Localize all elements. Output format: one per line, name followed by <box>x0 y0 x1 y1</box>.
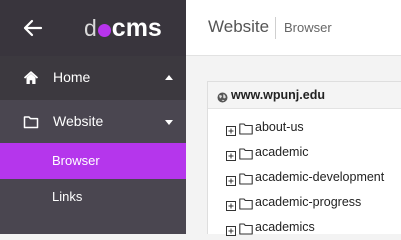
caret-up-icon <box>165 75 173 80</box>
folder-icon <box>239 172 253 185</box>
folder-icon <box>239 222 253 235</box>
expand-plus-icon[interactable] <box>226 148 236 161</box>
back-arrow-icon[interactable] <box>22 17 44 39</box>
sidebar-item-home[interactable]: Home <box>0 56 186 100</box>
tree-item-label: academic <box>255 145 309 159</box>
sidebar-subitem-label: Browser <box>52 153 100 168</box>
folder-icon <box>239 147 253 160</box>
sidebar-header: d cms <box>0 0 186 56</box>
expand-plus-icon[interactable] <box>226 173 236 186</box>
folder-icon <box>239 122 253 135</box>
expand-plus-icon[interactable] <box>226 123 236 136</box>
folder-icon <box>239 197 253 210</box>
tree-item-label: about-us <box>255 120 304 134</box>
expand-plus-icon[interactable] <box>226 223 236 236</box>
dotcms-logo: d cms <box>84 13 162 42</box>
home-icon <box>23 70 39 86</box>
top-header: Website Browser <box>186 0 401 56</box>
sidebar-item-label: Home <box>53 69 91 85</box>
globe-icon <box>217 90 228 103</box>
logo-dot <box>97 23 111 37</box>
tree-row[interactable]: academic-development <box>208 166 401 191</box>
tree-row[interactable]: academics <box>208 216 401 240</box>
sidebar-subitem-links[interactable]: Links <box>0 179 186 215</box>
tree-item-label: academic-development <box>255 170 385 184</box>
sidebar-item-website[interactable]: Website <box>0 100 186 144</box>
folder-icon <box>23 114 39 130</box>
host-name: www.wpunj.edu <box>231 88 325 102</box>
page-title[interactable]: Website <box>208 17 269 37</box>
sidebar-subitem-next[interactable] <box>0 215 186 234</box>
breadcrumb-current: Browser <box>284 20 332 35</box>
breadcrumb-divider <box>275 17 276 39</box>
tree-row[interactable]: about-us <box>208 116 401 141</box>
sidebar-item-label: Website <box>53 113 104 129</box>
sidebar-subitem-label: Links <box>52 189 83 204</box>
tree-host-row[interactable]: www.wpunj.edu <box>208 82 401 109</box>
caret-down-icon <box>165 120 173 125</box>
tree-item-label: academics <box>255 220 315 234</box>
tree-row[interactable]: academic <box>208 141 401 166</box>
tree-row[interactable]: academic-progress <box>208 191 401 216</box>
sidebar: d cms Home Website Browser Links <box>0 0 186 234</box>
site-browser-tree: www.wpunj.edu about-us academic academic… <box>207 81 401 236</box>
expand-plus-icon[interactable] <box>226 198 236 211</box>
tree-item-label: academic-progress <box>255 195 362 209</box>
sidebar-subitem-browser[interactable]: Browser <box>0 143 186 179</box>
